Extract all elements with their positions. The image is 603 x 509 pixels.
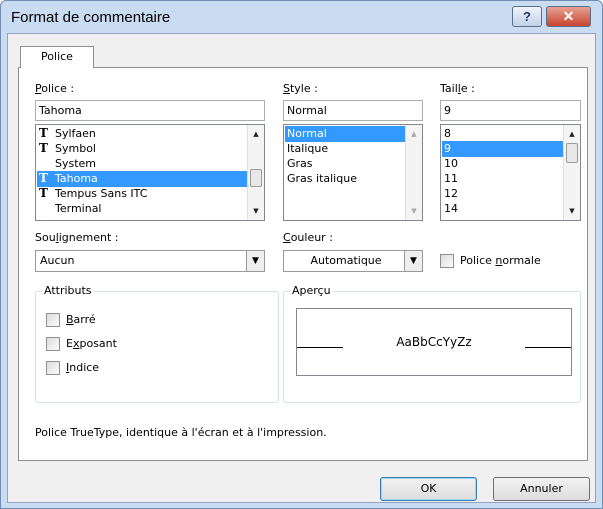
- scroll-up-icon[interactable]: ▲: [406, 126, 422, 142]
- subscript-label[interactable]: Indice: [66, 361, 99, 374]
- window-title: Format de commentaire: [11, 9, 171, 26]
- truetype-icon: T: [39, 141, 48, 155]
- cancel-button[interactable]: Annuler: [493, 477, 590, 501]
- list-item-label: 12: [444, 187, 458, 200]
- size-label: Taille :: [440, 82, 475, 95]
- scroll-down-icon[interactable]: ▼: [248, 203, 264, 219]
- font-scrollbar[interactable]: ▲ ▼: [247, 125, 264, 220]
- font-listbox[interactable]: ▲ ▼ T Sylfaen T Symbol System T Tahoma T Tempus …: [35, 124, 265, 221]
- underline-select-value: Aucun: [40, 254, 75, 267]
- size-listbox[interactable]: ▲ ▼ 8 9 10 11 12 14: [440, 124, 581, 221]
- list-item[interactable]: 9: [442, 141, 563, 157]
- list-item-label: Italique: [287, 142, 329, 155]
- dialog-window: Format de commentaire ? ✕ Police Police …: [0, 0, 603, 509]
- scroll-down-icon[interactable]: ▼: [564, 203, 580, 219]
- list-item-label: System: [55, 157, 97, 170]
- scroll-down-icon[interactable]: ▼: [406, 203, 422, 219]
- normal-font-checkbox[interactable]: [440, 254, 454, 268]
- size-scrollbar[interactable]: ▲ ▼: [563, 125, 580, 220]
- title-bar[interactable]: Format de commentaire ? ✕: [1, 1, 602, 33]
- list-item[interactable]: Gras: [285, 156, 405, 172]
- attributes-title: Attributs: [42, 284, 94, 297]
- list-item[interactable]: Italique: [285, 141, 405, 157]
- preview-group: Aperçu AaBbCcYyZz: [283, 284, 581, 403]
- normal-font-label[interactable]: Police normale: [460, 254, 541, 267]
- list-item-label: 11: [444, 172, 458, 185]
- scroll-up-icon[interactable]: ▲: [248, 126, 264, 142]
- superscript-checkbox[interactable]: [46, 337, 60, 351]
- list-item-label: Symbol: [55, 142, 96, 155]
- list-item[interactable]: T Tempus Sans ITC: [37, 186, 247, 202]
- dialog-client: Police Police : Tahoma ▲ ▼ T Sylfaen T Symb…: [7, 33, 596, 503]
- list-item[interactable]: 11: [442, 171, 563, 187]
- superscript-label[interactable]: Exposant: [66, 337, 117, 350]
- list-item[interactable]: System: [37, 156, 247, 172]
- preview-box: AaBbCcYyZz: [296, 308, 572, 376]
- list-item[interactable]: 12: [442, 186, 563, 202]
- list-item-label: Tahoma: [55, 172, 98, 185]
- font-input[interactable]: Tahoma: [35, 100, 265, 121]
- list-item[interactable]: 8: [442, 126, 563, 142]
- scroll-thumb[interactable]: [566, 143, 578, 163]
- chevron-down-icon[interactable]: ▼: [404, 251, 422, 271]
- tab-panel: Police : Tahoma ▲ ▼ T Sylfaen T Symbol Syste…: [18, 67, 588, 461]
- attributes-group: Attributs Barré Exposant Indice: [35, 284, 279, 403]
- strikethrough-label[interactable]: Barré: [66, 313, 96, 326]
- truetype-icon: T: [39, 126, 48, 140]
- style-listbox[interactable]: ▲ ▼ Normal Italique Gras Gras italique: [283, 124, 423, 221]
- scroll-up-icon[interactable]: ▲: [564, 126, 580, 142]
- list-item[interactable]: Normal: [285, 126, 405, 142]
- list-item-label: Terminal: [55, 202, 102, 215]
- font-label: Police :: [35, 82, 75, 95]
- list-item[interactable]: T Tahoma: [37, 171, 247, 187]
- truetype-icon: T: [39, 186, 48, 200]
- truetype-icon: T: [39, 171, 48, 185]
- underline-select[interactable]: Aucun ▼: [35, 250, 265, 272]
- close-button[interactable]: ✕: [546, 6, 591, 27]
- list-item[interactable]: Terminal: [37, 201, 247, 217]
- list-item-label: Sylfaen: [55, 127, 96, 140]
- list-item[interactable]: Gras italique: [285, 171, 405, 187]
- list-item-label: 9: [444, 142, 451, 155]
- chevron-down-icon[interactable]: ▼: [246, 251, 264, 271]
- list-item[interactable]: 10: [442, 156, 563, 172]
- list-item[interactable]: T Sylfaen: [37, 126, 247, 142]
- preview-sample: AaBbCcYyZz: [396, 335, 472, 349]
- ok-button[interactable]: OK: [380, 477, 477, 501]
- list-item-label: Gras: [287, 157, 313, 170]
- style-scrollbar[interactable]: ▲ ▼: [405, 125, 422, 220]
- style-label: Style :: [283, 82, 318, 95]
- color-select-value: Automatique: [310, 254, 382, 267]
- preview-title: Aperçu: [290, 284, 333, 297]
- help-button[interactable]: ?: [512, 6, 542, 27]
- list-item-label: 10: [444, 157, 458, 170]
- style-input[interactable]: Normal: [283, 100, 423, 121]
- list-item-label: Tempus Sans ITC: [55, 187, 148, 200]
- list-item-label: Normal: [287, 127, 327, 140]
- subscript-checkbox[interactable]: [46, 361, 60, 375]
- color-select[interactable]: Automatique ▼: [283, 250, 423, 272]
- tab-police[interactable]: Police: [20, 46, 94, 68]
- strikethrough-checkbox[interactable]: [46, 313, 60, 327]
- scroll-thumb[interactable]: [250, 169, 262, 187]
- list-item-label: Gras italique: [287, 172, 357, 185]
- list-item-label: 8: [444, 127, 451, 140]
- list-item[interactable]: 14: [442, 201, 563, 217]
- font-description: Police TrueType, identique à l'écran et …: [35, 426, 327, 439]
- list-item-label: 14: [444, 202, 458, 215]
- color-label: Couleur :: [283, 231, 333, 244]
- underline-label: Soulignement :: [35, 231, 119, 244]
- list-item[interactable]: T Symbol: [37, 141, 247, 157]
- size-input[interactable]: 9: [440, 100, 581, 121]
